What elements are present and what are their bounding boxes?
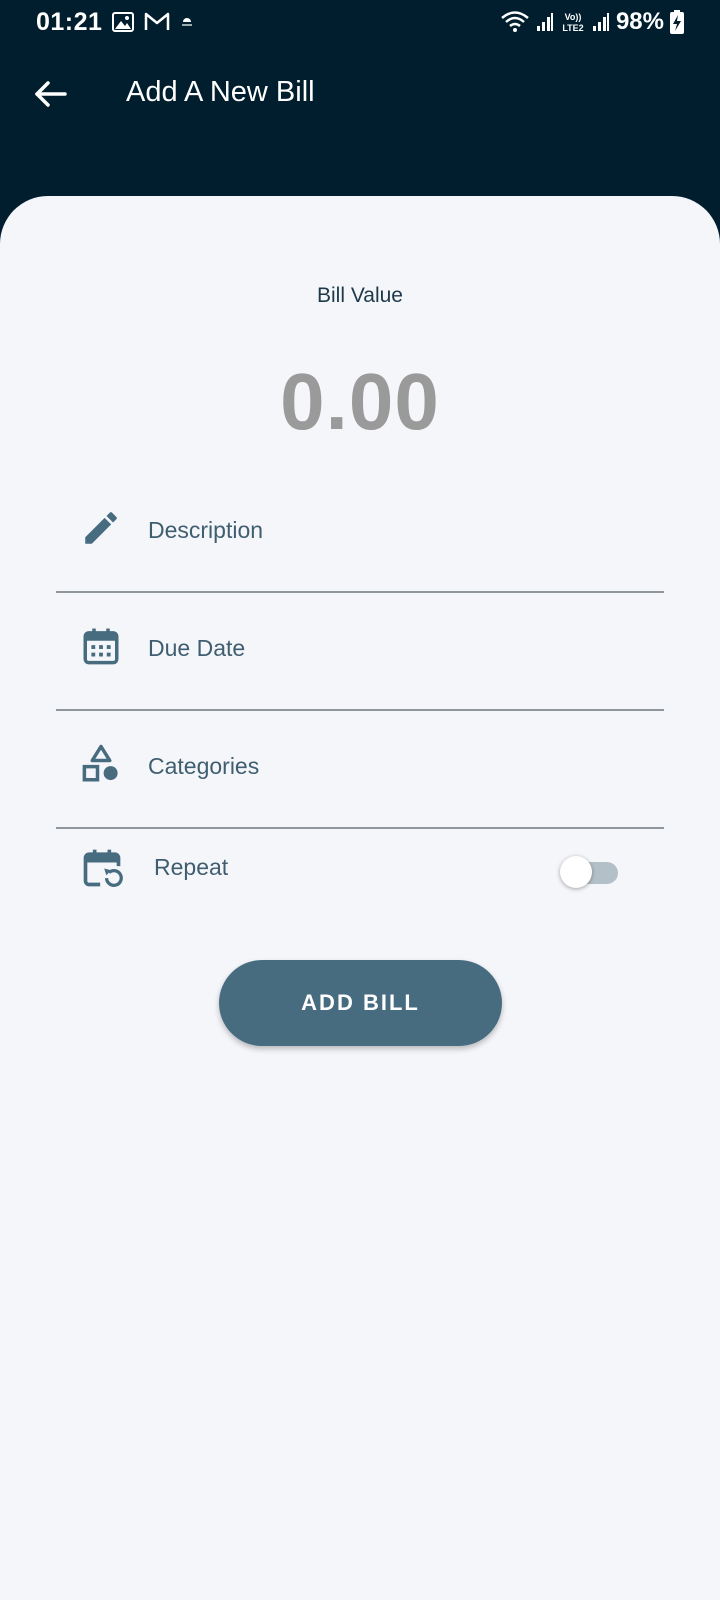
divider [56,827,664,829]
battery-percentage: 98% [615,8,664,35]
back-button[interactable] [22,66,78,122]
shapes-icon [82,744,118,782]
calendar-icon [83,628,119,665]
bill-value-label: Bill Value [317,284,403,307]
gmail-icon [144,12,170,30]
app-bar: Add A New Bill [0,62,720,128]
signal-icon [592,13,609,31]
add-bill-button[interactable]: ADD BILL [219,960,502,1046]
bill-amount-input[interactable]: 0.00 [0,356,720,448]
status-system-icons: Vo)) LTE2 98% [500,8,684,36]
due-date-field[interactable]: Due Date [56,593,664,711]
description-label: Description [148,517,264,543]
gallery-icon [112,12,134,32]
categories-label: Categories [148,753,260,779]
status-notification-icons [112,12,194,32]
repeat-label: Repeat [154,854,229,880]
categories-field[interactable]: Categories [56,711,664,829]
battery-charging-icon [670,10,684,34]
arrow-left-icon [35,81,67,107]
due-date-label: Due Date [148,635,246,661]
volte-icon: Vo)) LTE2 [562,12,583,33]
svg-text:Vo)): Vo)) [565,12,582,22]
form-sheet: Bill Value 0.00 Description Due Date Cat… [0,196,720,1600]
description-field[interactable]: Description [56,475,664,593]
status-time: 01:21 [36,8,103,36]
repeat-row: Repeat [56,832,664,912]
signal-icon [536,13,553,31]
calendar-repeat-icon [83,849,123,887]
wifi-icon [501,11,529,32]
repeat-toggle[interactable] [560,854,620,888]
toggle-thumb [560,856,592,888]
svg-text:LTE2: LTE2 [562,23,583,33]
cloud-icon [182,18,192,26]
status-bar: 01:21 Vo)) LTE2 98% [0,0,720,48]
page-title: Add A New Bill [126,76,315,108]
pencil-icon [85,512,117,544]
